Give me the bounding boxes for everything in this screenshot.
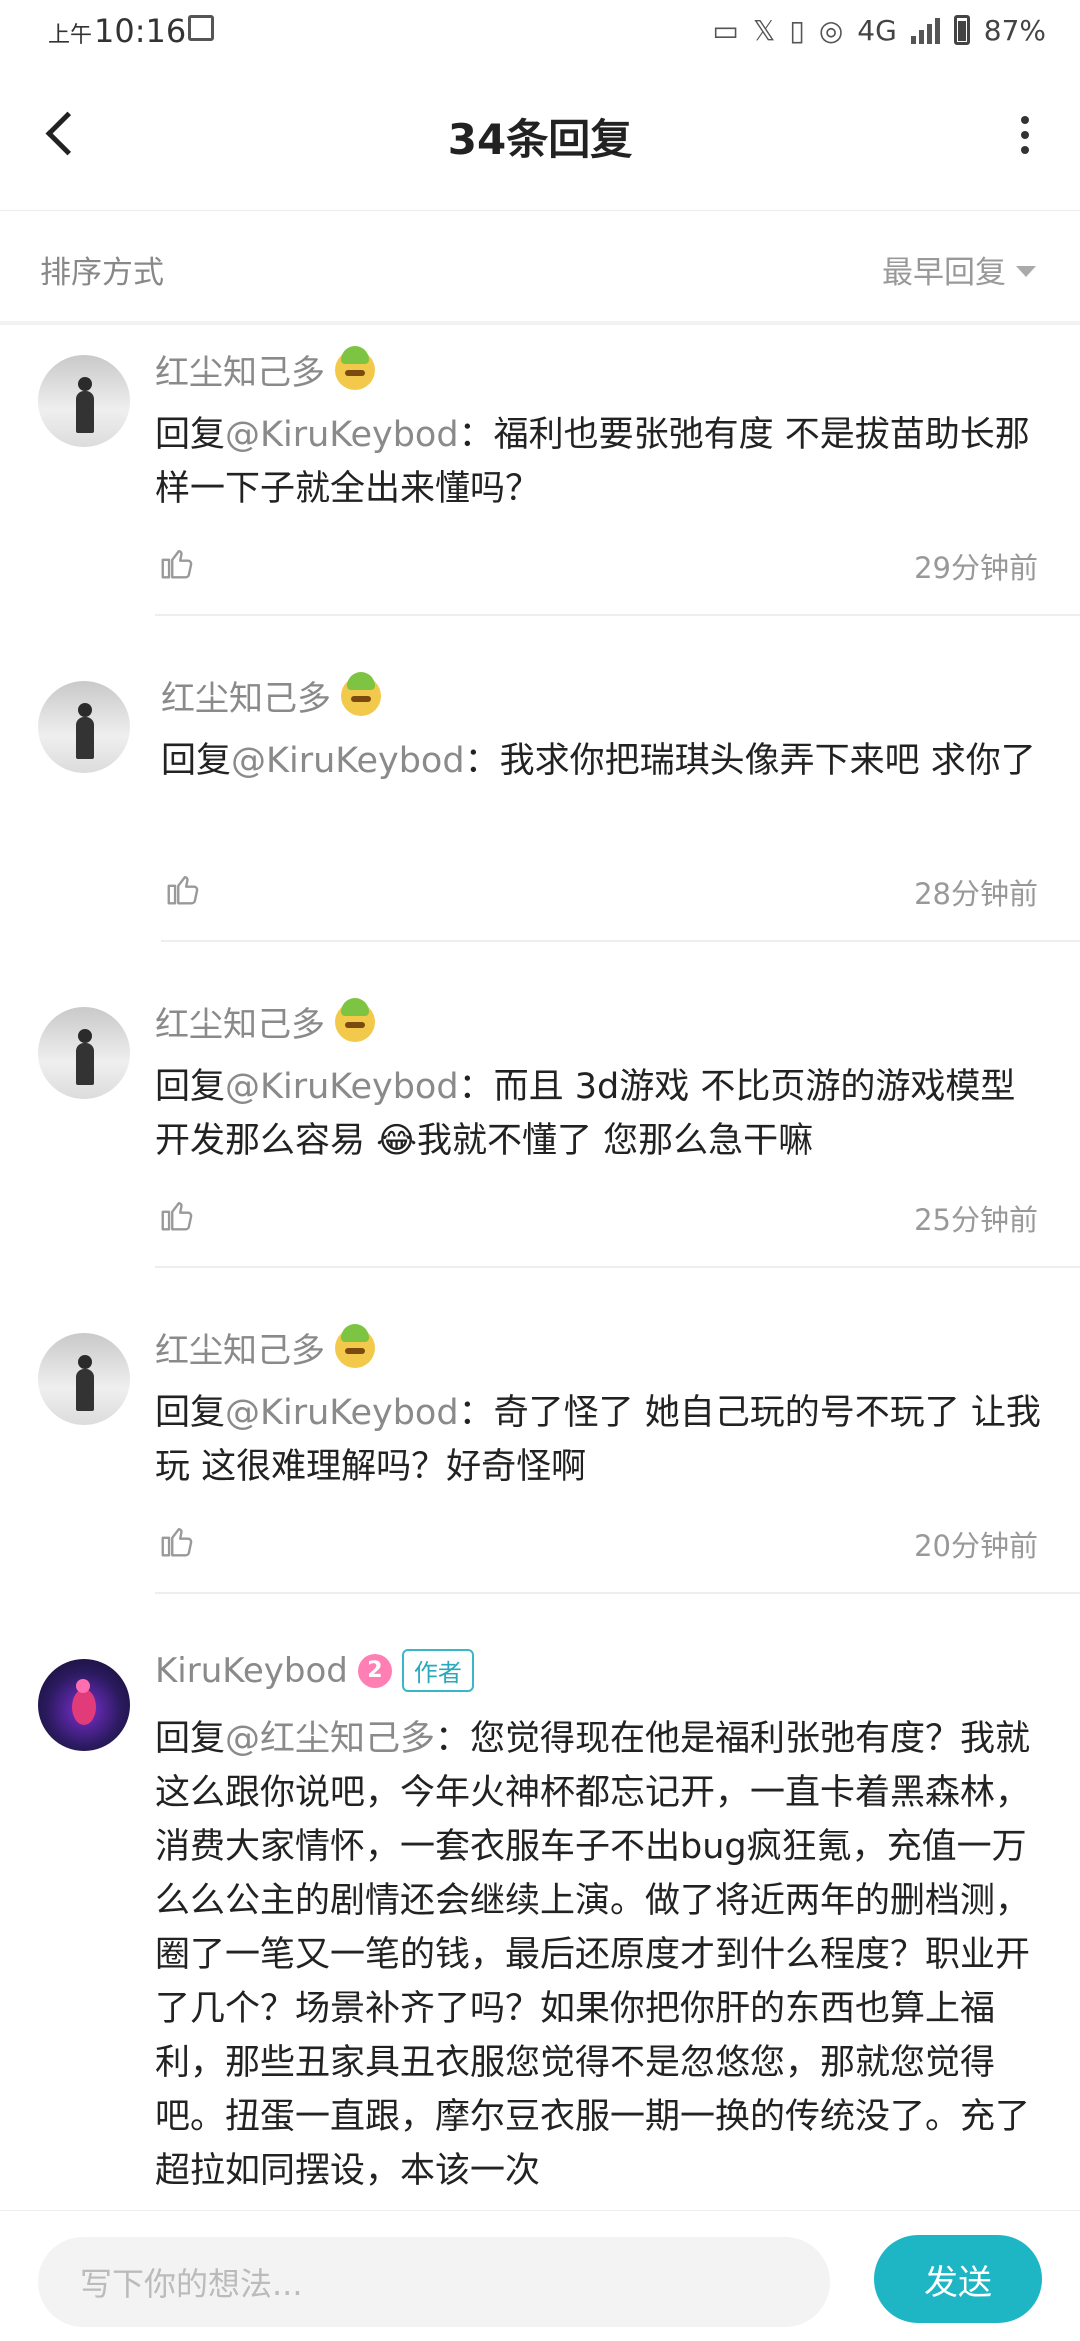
mention-link[interactable]: @红尘知己多	[225, 1719, 435, 1759]
username[interactable]: 红尘知己多	[161, 671, 331, 720]
top-app-bar: 34条回复	[0, 60, 1080, 211]
comment-time: 25分钟前	[914, 1203, 1038, 1237]
avatar[interactable]	[38, 1333, 130, 1425]
comment-time: 29分钟前	[914, 551, 1038, 585]
hotspot-icon: ◎	[818, 13, 844, 47]
mention-link[interactable]: @KiruKeybod	[231, 741, 465, 781]
avatar[interactable]	[38, 1659, 130, 1751]
avatar[interactable]	[38, 355, 130, 447]
battery-icon	[953, 15, 970, 45]
send-button[interactable]: 发送	[874, 2235, 1042, 2323]
like-icon[interactable]	[164, 870, 202, 908]
user-badge-icon	[335, 1323, 375, 1368]
user-badge-icon	[335, 997, 375, 1042]
comment-time: 20分钟前	[914, 1529, 1038, 1563]
sort-bar: 排序方式 最早回复	[0, 211, 1080, 325]
comment-text: 回复@KiruKeybod：福利也要张弛有度 不是拔苗助长那样一下子就全出来懂吗…	[155, 415, 1030, 509]
mention-link[interactable]: @KiruKeybod	[225, 1067, 459, 1107]
hd-voice-icon: ▭	[712, 13, 739, 47]
mention-link[interactable]: @KiruKeybod	[225, 1393, 459, 1433]
avatar[interactable]	[38, 681, 130, 773]
mention-link[interactable]: @KiruKeybod	[225, 415, 459, 455]
comment-text: 回复@KiruKeybod：我求你把瑞琪头像弄下来吧 求你了	[161, 741, 1036, 781]
sort-dropdown[interactable]: 最早回复	[882, 247, 1036, 292]
author-tag: 作者	[401, 1649, 474, 1692]
signal-icon	[910, 16, 940, 44]
network-type: 4G	[857, 13, 897, 47]
comment-composer: 写下你的想法... 发送	[0, 2210, 1080, 2341]
comment-text: 回复@KiruKeybod：而且 3d游戏 不比页游的游戏模型开发那么容易 😂我…	[155, 1067, 1016, 1161]
username[interactable]: 红尘知己多	[155, 345, 325, 394]
more-options-icon[interactable]	[1010, 116, 1040, 156]
gallery-notification-icon	[188, 15, 214, 41]
comment-item: KiruKeybod 2 作者 回复@红尘知己多：您觉得现在他是福利张弛有度？我…	[0, 1639, 1080, 2210]
avatar[interactable]	[38, 1007, 130, 1099]
page-title: 34条回复	[447, 115, 633, 164]
comment-time: 28分钟前	[914, 877, 1038, 911]
user-badge-icon	[335, 345, 375, 390]
username[interactable]: 红尘知己多	[155, 1323, 325, 1372]
divider	[161, 940, 1080, 942]
vibrate-icon: ▯	[789, 13, 805, 47]
status-time: 上午10:16	[48, 12, 187, 50]
like-icon[interactable]	[158, 544, 196, 582]
x-app-icon: 𝕏	[752, 13, 776, 47]
status-icons: ▭ 𝕏 ▯ ◎ 4G 87%	[712, 10, 1046, 50]
username[interactable]: KiruKeybod	[155, 1651, 348, 1691]
comment-text: 回复@红尘知己多：您觉得现在他是福利张弛有度？我就这么跟你说吧，今年火神杯都忘记…	[155, 1719, 1031, 2191]
comment-input-placeholder: 写下你的想法...	[80, 2265, 303, 2303]
comment-text: 回复@KiruKeybod：奇了怪了 她自己玩的号不玩了 让我玩 这很难理解吗？…	[155, 1393, 1041, 1487]
username[interactable]: 红尘知己多	[155, 997, 325, 1046]
caret-down-icon	[1016, 266, 1036, 277]
like-icon[interactable]	[158, 1196, 196, 1234]
divider	[155, 1266, 1080, 1268]
sort-label: 排序方式	[40, 255, 164, 291]
comment-input[interactable]: 写下你的想法...	[38, 2237, 830, 2327]
status-bar: 上午10:16 ▭ 𝕏 ▯ ◎ 4G 87%	[0, 0, 1080, 60]
battery-level: 87%	[983, 13, 1046, 47]
user-badge-icon	[341, 671, 381, 716]
sort-value: 最早回复	[882, 255, 1006, 291]
like-icon[interactable]	[158, 1522, 196, 1560]
level-badge: 2	[357, 1653, 392, 1688]
divider	[155, 1592, 1080, 1594]
divider	[155, 614, 1080, 616]
